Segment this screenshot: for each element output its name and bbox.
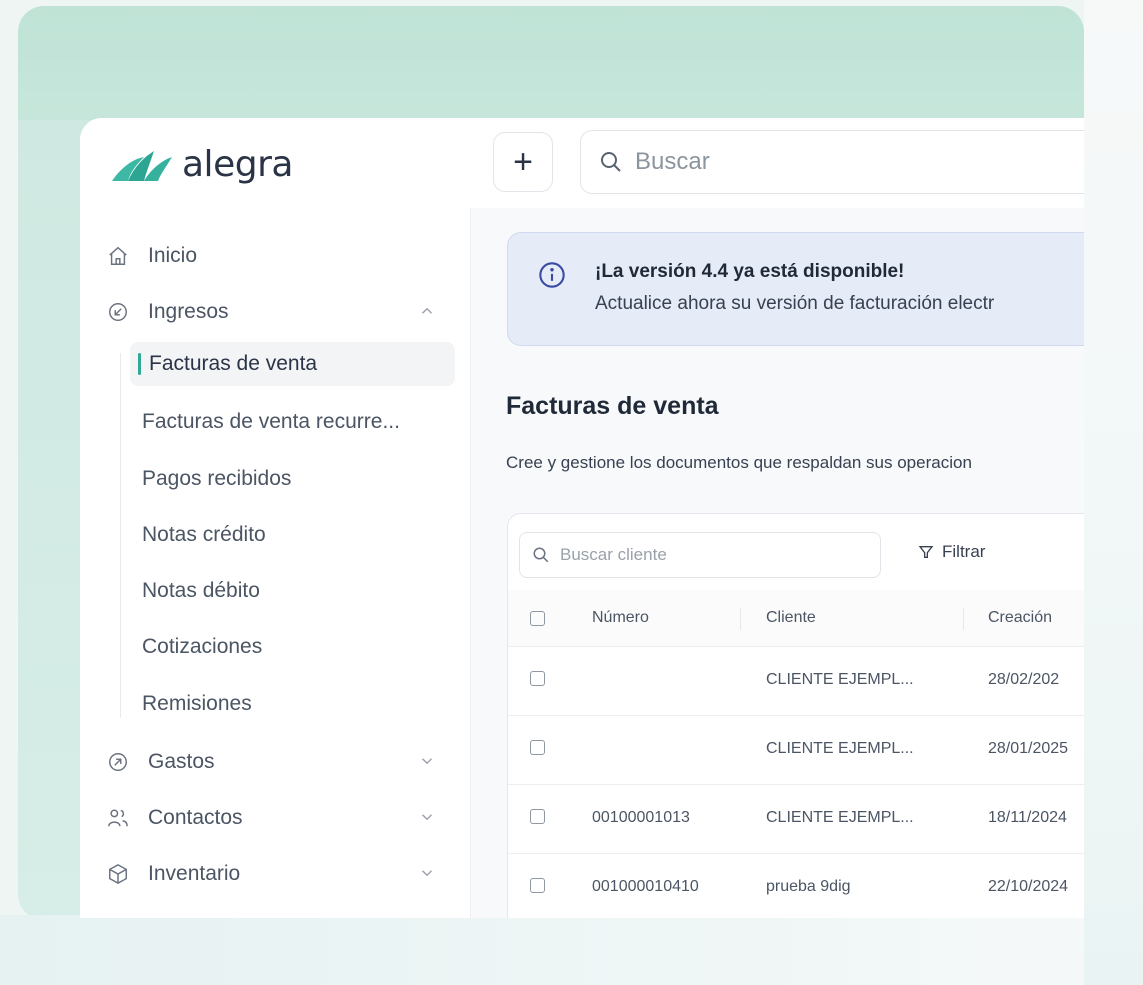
sidebar-item-inventario[interactable]: Inventario [106, 854, 446, 894]
filter-icon [918, 544, 934, 560]
sidebar-subitem-pagos-recibidos[interactable]: Pagos recibidos [142, 457, 454, 501]
alegra-logo-icon [112, 150, 172, 181]
filter-button[interactable]: Filtrar [918, 542, 985, 562]
cell-numero: 001000010410 [592, 878, 699, 895]
sidebar-item-label: Contactos [148, 806, 243, 829]
sidebar-subitem-notas-debito[interactable]: Notas débito [142, 569, 454, 613]
cell-cliente: prueba 9dig [766, 878, 851, 895]
cell-cliente: CLIENTE EJEMPL... [766, 671, 914, 688]
sidebar-subitem-label: Notas crédito [142, 523, 266, 546]
invoices-table: Filtrar Número Cliente Creación CLIENTE … [507, 513, 1084, 918]
table-row[interactable]: CLIENTE EJEMPL... 28/01/2025 [508, 716, 1084, 785]
active-indicator [138, 353, 141, 375]
chevron-down-icon [418, 864, 436, 888]
filter-label: Filtrar [942, 542, 986, 561]
cell-cliente: CLIENTE EJEMPL... [766, 740, 914, 757]
sidebar-subitem-facturas-recurrentes[interactable]: Facturas de venta recurre... [142, 400, 454, 444]
table-header: Número Cliente Creación [508, 590, 1084, 647]
cell-creacion: 18/11/2024 [988, 809, 1067, 826]
cell-cliente: CLIENTE EJEMPL... [766, 809, 914, 826]
sidebar-item-label: Gastos [148, 750, 215, 773]
contacts-icon [106, 806, 130, 830]
cell-creacion: 22/10/2024 [988, 878, 1069, 895]
sidebar-item-ingresos[interactable]: Ingresos [106, 292, 446, 332]
box-icon [106, 862, 130, 886]
submenu-guide-line [120, 353, 121, 718]
cell-numero: 00100001013 [592, 809, 690, 826]
top-header: alegra + [80, 118, 1084, 209]
column-header-cliente[interactable]: Cliente [766, 609, 816, 627]
banner-text: Actualice ahora su versión de facturació… [595, 293, 995, 314]
table-row[interactable]: CLIENTE EJEMPL... 28/02/202 [508, 647, 1084, 716]
sidebar-subitem-notas-credito[interactable]: Notas crédito [142, 513, 454, 557]
sidebar: Inicio Ingresos Facturas de venta Factur… [80, 208, 471, 918]
logo-text: alegra [182, 144, 293, 185]
income-arrow-icon [106, 300, 130, 324]
plus-icon: + [513, 142, 533, 181]
sidebar-subitem-cotizaciones[interactable]: Cotizaciones [142, 625, 454, 669]
sidebar-item-label: Inicio [148, 244, 198, 267]
sidebar-subitem-facturas-de-venta[interactable]: Facturas de venta [130, 342, 455, 386]
home-icon [106, 244, 130, 268]
chevron-down-icon [418, 752, 436, 776]
sidebar-item-contactos[interactable]: Contactos [106, 798, 446, 838]
create-new-button[interactable]: + [493, 132, 553, 192]
info-icon [538, 261, 566, 294]
client-search[interactable] [519, 532, 881, 578]
sidebar-subitem-label: Notas débito [142, 579, 260, 602]
search-icon [599, 150, 623, 174]
sidebar-subitem-remisiones[interactable]: Remisiones [142, 682, 454, 726]
sidebar-subitem-label: Remisiones [142, 692, 252, 715]
row-checkbox[interactable] [530, 740, 545, 755]
row-checkbox[interactable] [530, 671, 545, 686]
sidebar-item-label: Ingresos [148, 300, 229, 323]
sidebar-item-label: Inventario [148, 862, 241, 885]
chevron-up-icon [418, 302, 436, 326]
client-search-input[interactable] [558, 544, 862, 566]
column-divider [963, 608, 964, 630]
update-banner[interactable]: ¡La versión 4.4 ya está disponible! Actu… [507, 232, 1084, 346]
background-gradient-bottom [0, 915, 1143, 985]
app-window: alegra + Inicio [80, 118, 1084, 918]
global-search-input[interactable] [633, 147, 1037, 177]
sidebar-item-gastos[interactable]: Gastos [106, 742, 446, 782]
cell-creacion: 28/01/2025 [988, 740, 1069, 757]
cell-creacion: 28/02/202 [988, 671, 1060, 688]
sidebar-item-inicio[interactable]: Inicio [106, 236, 446, 276]
page-description: Cree y gestione los documentos que respa… [506, 453, 972, 472]
sidebar-subitem-label: Pagos recibidos [142, 467, 292, 490]
brand-logo[interactable]: alegra [110, 144, 293, 185]
row-checkbox[interactable] [530, 809, 545, 824]
table-row[interactable]: 001000010410 prueba 9dig 22/10/2024 [508, 854, 1084, 918]
background-gradient-right [1084, 0, 1143, 985]
page-title: Facturas de venta [506, 392, 719, 420]
sidebar-subitem-label: Cotizaciones [142, 635, 263, 658]
column-divider [740, 608, 741, 630]
select-all-checkbox[interactable] [530, 611, 545, 626]
expense-arrow-icon [106, 750, 130, 774]
main-content: ¡La versión 4.4 ya está disponible! Actu… [471, 208, 1084, 918]
table-row[interactable]: 00100001013 CLIENTE EJEMPL... 18/11/2024 [508, 785, 1084, 854]
search-icon [532, 546, 550, 564]
chevron-down-icon [418, 808, 436, 832]
sidebar-subitem-label: Facturas de venta recurre... [142, 410, 400, 433]
row-checkbox[interactable] [530, 878, 545, 893]
column-header-creacion[interactable]: Creación [988, 609, 1052, 627]
banner-title: ¡La versión 4.4 ya está disponible! [595, 261, 905, 282]
global-search[interactable] [580, 130, 1084, 194]
column-header-numero[interactable]: Número [592, 609, 649, 627]
sidebar-subitem-label: Facturas de venta [149, 352, 318, 375]
